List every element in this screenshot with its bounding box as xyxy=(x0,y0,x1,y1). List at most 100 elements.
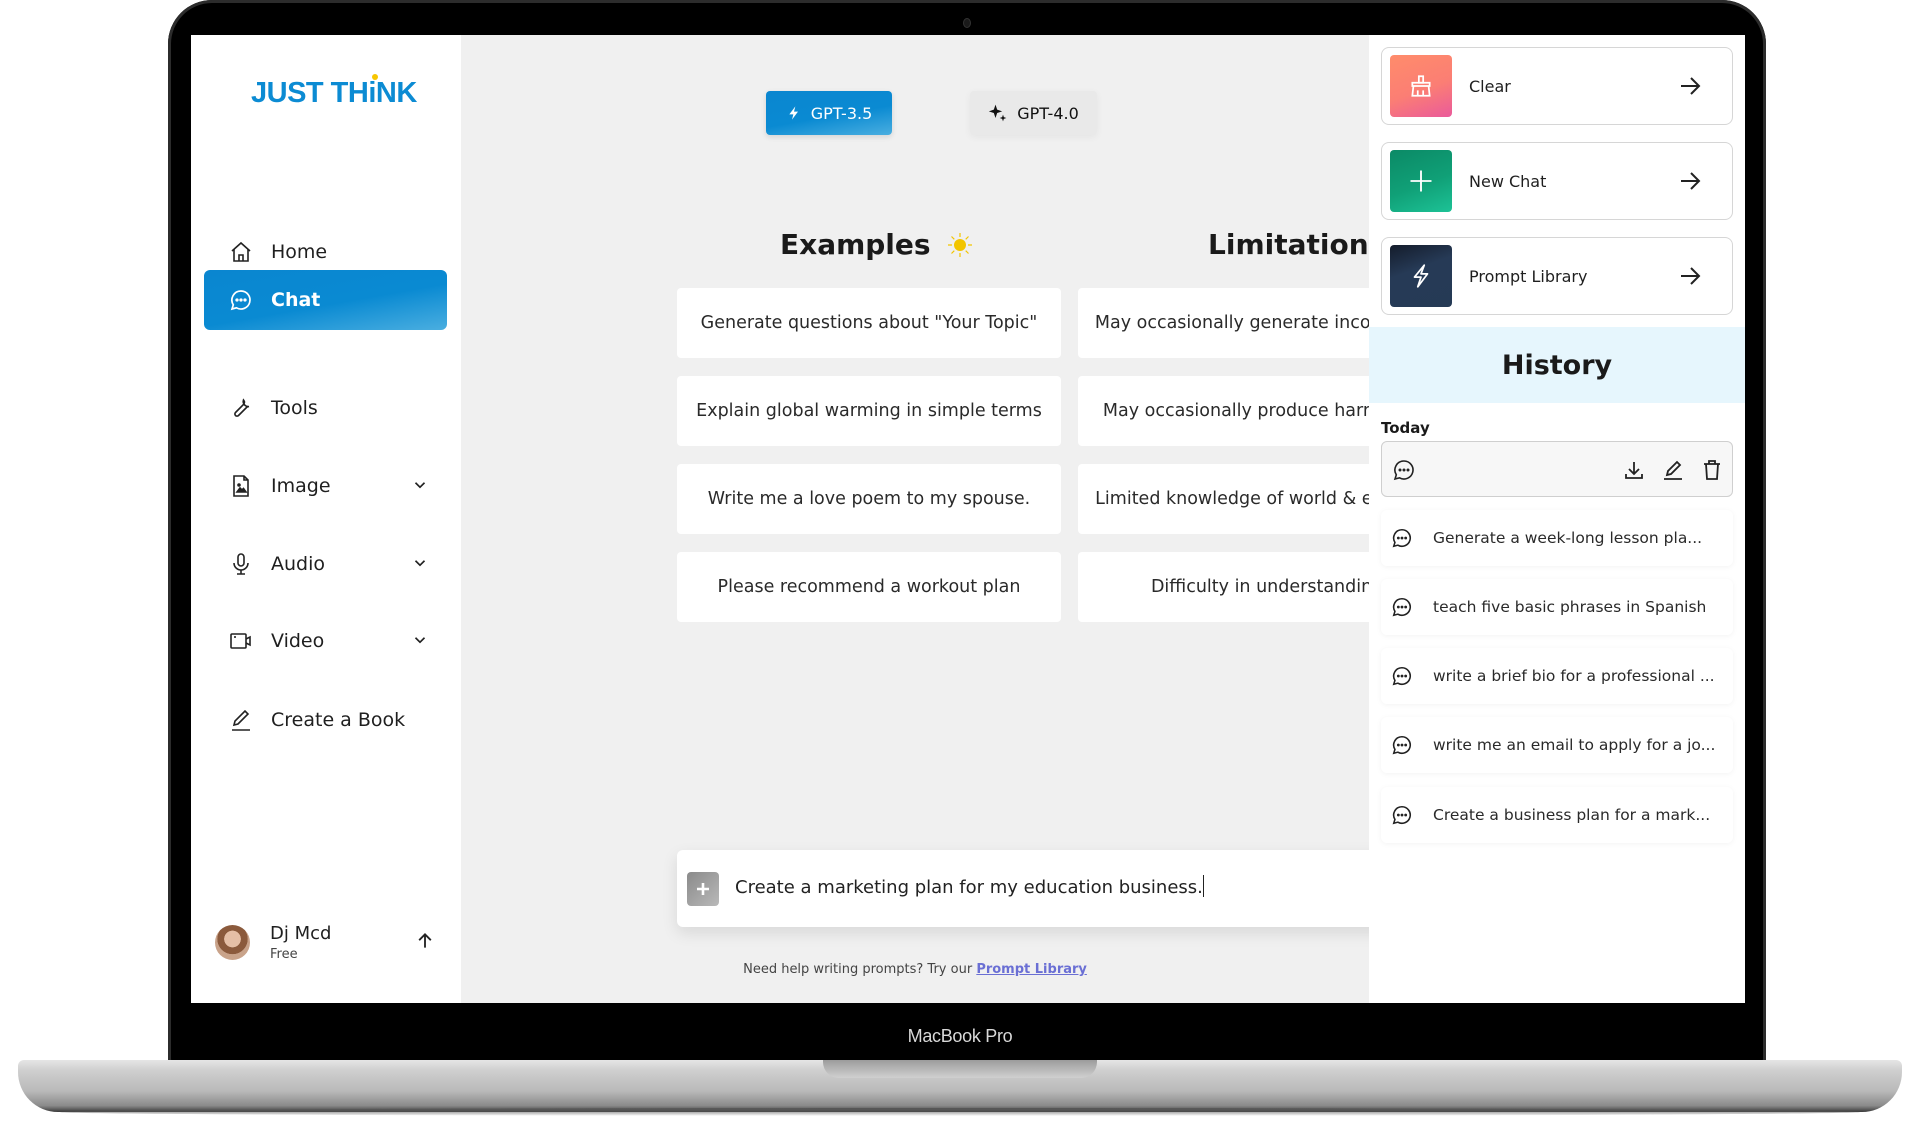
history-title: History xyxy=(1369,327,1745,403)
chat-icon xyxy=(1391,804,1413,826)
user-profile[interactable]: Dj Mcd Free xyxy=(215,917,445,967)
chat-icon xyxy=(1391,596,1413,618)
plus-icon xyxy=(697,883,709,895)
history-item[interactable]: Create a business plan for a mark... xyxy=(1381,787,1733,843)
chat-icon xyxy=(1391,665,1413,687)
history-item-text: write me an email to apply for a jo... xyxy=(1433,736,1716,754)
lightning-icon xyxy=(1413,264,1429,288)
logo-text-end: NK xyxy=(375,77,417,109)
help-text: Need help writing prompts? Try our Promp… xyxy=(461,962,1369,977)
sidebar: JUST THi NK Home Chat Tools Image Audio V… xyxy=(191,35,461,1003)
lightning-icon xyxy=(789,106,798,120)
sidebar-item-label: Image xyxy=(271,475,331,497)
sun-icon xyxy=(947,232,972,257)
prompt-input[interactable]: Create a marketing plan for my education… xyxy=(735,875,1204,898)
camera xyxy=(963,18,971,28)
broom-icon xyxy=(1411,75,1431,97)
microphone-icon xyxy=(229,552,253,576)
chat-icon xyxy=(229,288,253,312)
wrench-icon xyxy=(229,396,253,420)
user-name: Dj Mcd xyxy=(270,922,332,944)
home-icon xyxy=(229,240,253,264)
logo-i-letter: i xyxy=(368,77,376,109)
laptop-shadow xyxy=(60,1108,1860,1116)
logo[interactable]: JUST THi NK xyxy=(251,74,417,110)
user-plan: Free xyxy=(270,946,298,962)
history-item-text: Generate a week-long lesson pla... xyxy=(1433,529,1703,547)
chevron-down-icon[interactable] xyxy=(411,554,429,572)
prompt-library-button[interactable]: Prompt Library xyxy=(1381,237,1733,315)
sidebar-item-video[interactable]: Video xyxy=(204,611,447,671)
model-label: GPT-3.5 xyxy=(810,103,873,123)
sidebar-item-chat[interactable]: Chat xyxy=(204,270,447,330)
device-label: MacBook Pro xyxy=(907,1026,1013,1046)
example-card[interactable]: Write me a love poem to my spouse. xyxy=(677,464,1061,534)
model-gpt-4-0-button[interactable]: GPT-4.0 xyxy=(970,91,1097,135)
history-item-text: teach five basic phrases in Spanish xyxy=(1433,598,1707,616)
sidebar-item-audio[interactable]: Audio xyxy=(204,534,447,594)
chevron-down-icon[interactable] xyxy=(411,476,429,494)
sidebar-item-label: Create a Book xyxy=(271,709,406,731)
action-label: Prompt Library xyxy=(1469,266,1588,286)
example-card[interactable]: Please recommend a workout plan xyxy=(677,552,1061,622)
action-label: New Chat xyxy=(1469,171,1547,191)
chat-main: GPT-3.5 GPT-4.0 Examples Limitations Gen… xyxy=(461,35,1535,1003)
history-group-today: Today xyxy=(1381,419,1430,437)
arrow-right-icon xyxy=(1681,267,1701,285)
help-text-label: Need help writing prompts? Try our xyxy=(743,962,977,977)
chat-icon xyxy=(1391,734,1413,756)
edit-icon[interactable] xyxy=(1661,458,1685,482)
clear-tile xyxy=(1390,55,1452,117)
laptop-notch xyxy=(823,1060,1097,1078)
arrow-right-icon xyxy=(1681,77,1701,95)
logo-text: JUST TH xyxy=(251,77,369,109)
chat-icon xyxy=(1393,460,1414,481)
sparkles-icon xyxy=(989,104,1007,122)
delete-icon[interactable] xyxy=(1700,458,1724,482)
sidebar-item-label: Home xyxy=(271,241,328,263)
arrow-up-icon[interactable] xyxy=(415,931,435,951)
text-caret xyxy=(1202,875,1204,897)
history-item[interactable]: teach five basic phrases in Spanish xyxy=(1381,579,1733,635)
example-card[interactable]: Generate questions about "Your Topic" xyxy=(677,288,1061,358)
sidebar-item-label: Video xyxy=(271,630,325,652)
image-file-icon xyxy=(229,474,253,498)
sidebar-item-tools[interactable]: Tools xyxy=(204,378,447,438)
model-gpt-3-5-button[interactable]: GPT-3.5 xyxy=(766,91,892,135)
action-label: Clear xyxy=(1469,76,1511,96)
arrow-right-icon xyxy=(1681,172,1701,190)
prompt-library-tile xyxy=(1390,245,1452,307)
example-card[interactable]: Explain global warming in simple terms xyxy=(677,376,1061,446)
plus-icon xyxy=(1410,170,1432,192)
sidebar-item-create-book[interactable]: Create a Book xyxy=(204,690,447,750)
prompt-library-link[interactable]: Prompt Library xyxy=(976,962,1087,977)
right-panel: Clear New Chat Prompt Library History To… xyxy=(1369,35,1745,1003)
attach-button[interactable] xyxy=(687,872,719,906)
chevron-down-icon[interactable] xyxy=(411,631,429,649)
sidebar-item-label: Audio xyxy=(271,553,326,575)
history-item[interactable]: Generate a week-long lesson pla... xyxy=(1381,510,1733,566)
logo-i: i xyxy=(368,74,379,109)
history-item[interactable]: write me an email to apply for a jo... xyxy=(1381,717,1733,773)
prompt-input-value: Create a marketing plan for my education… xyxy=(735,877,1203,898)
sidebar-item-image[interactable]: Image xyxy=(204,456,447,516)
chat-icon xyxy=(1391,527,1413,549)
clear-button[interactable]: Clear xyxy=(1381,47,1733,125)
examples-title: Examples xyxy=(780,228,973,261)
history-item[interactable]: write a brief bio for a professional ... xyxy=(1381,648,1733,704)
app-screen: JUST THi NK Home Chat Tools Image Audio V… xyxy=(191,35,1745,1003)
pencil-icon xyxy=(229,708,253,732)
video-camera-icon xyxy=(229,629,253,653)
history-active-item[interactable] xyxy=(1381,441,1733,497)
limitations-title-text: Limitations xyxy=(1208,228,1386,261)
new-chat-button[interactable]: New Chat xyxy=(1381,142,1733,220)
model-label: GPT-4.0 xyxy=(1017,103,1079,123)
sidebar-item-label: Chat xyxy=(271,289,321,311)
sidebar-item-label: Tools xyxy=(271,397,318,419)
history-item-text: write a brief bio for a professional ... xyxy=(1433,667,1715,685)
examples-title-text: Examples xyxy=(780,228,931,261)
history-item-text: Create a business plan for a mark... xyxy=(1433,806,1711,824)
new-chat-tile xyxy=(1390,150,1452,212)
avatar[interactable] xyxy=(215,924,250,960)
download-icon[interactable] xyxy=(1622,458,1646,482)
